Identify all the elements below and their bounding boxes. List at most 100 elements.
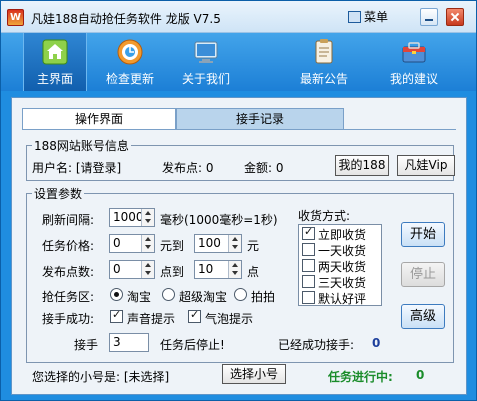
zone-paipai-label: 拍拍	[251, 290, 276, 304]
stop-after-suffix: 任务后停止!	[160, 338, 225, 352]
receive-option-one-day-label: 一天收货	[318, 244, 367, 258]
toolbar: 主界面 检查更新 关于我们 最新公告 我的建议	[1, 33, 476, 91]
stop-after-value: 3	[113, 335, 121, 349]
receive-method-label: 收货方式:	[298, 209, 351, 223]
toolbox-icon	[402, 42, 426, 63]
receive-option-immediate-label: 立即收货	[318, 228, 367, 242]
receive-option-immediate[interactable]: 立即收货	[302, 225, 380, 242]
receive-option-immediate-checkbox[interactable]	[302, 225, 315, 240]
points-max-value: 10	[198, 262, 214, 276]
accept-success-label: 接手成功:	[42, 312, 95, 326]
points-min-value: 0	[113, 262, 121, 276]
monitor-icon	[194, 41, 218, 63]
toolbar-about-label: 关于我们	[181, 72, 230, 86]
bubble-alert-checkbox[interactable]	[188, 308, 201, 323]
receive-option-two-days-label: 两天收货	[318, 260, 367, 274]
receive-option-three-days-label: 三天收货	[318, 276, 367, 290]
toolbar-about[interactable]: 关于我们	[173, 33, 239, 91]
receive-option-three-days[interactable]: 三天收货	[302, 274, 380, 290]
receive-option-two-days[interactable]: 两天收货	[302, 258, 380, 274]
app-logo-icon: W	[7, 9, 24, 26]
select-account-button[interactable]: 选择小号	[222, 364, 286, 384]
bubble-alert-label: 气泡提示	[205, 312, 254, 326]
refresh-interval-value: 1000	[113, 210, 144, 224]
receive-option-default-review-checkbox[interactable]	[302, 291, 315, 304]
sound-alert-checkbox[interactable]	[110, 308, 123, 323]
price-unit: 元	[247, 239, 260, 253]
receive-option-three-days-checkbox[interactable]	[302, 275, 315, 288]
toolbar-suggestions-label: 我的建议	[389, 72, 438, 86]
menu-icon	[348, 11, 361, 23]
vip-button[interactable]: 凡娃Vip	[397, 155, 455, 176]
receive-option-one-day[interactable]: 一天收货	[302, 242, 380, 258]
price-min-field[interactable]: 0	[109, 234, 155, 253]
stop-after-field[interactable]: 3	[109, 333, 149, 352]
price-max-spinner[interactable]	[228, 235, 241, 252]
tab-divider	[22, 129, 456, 130]
toolbar-home[interactable]: 主界面	[23, 33, 87, 91]
main-panel: 操作界面 接手记录 188网站账号信息 用户名: [请登录] 发布点: 0 金额…	[11, 97, 467, 395]
toolbar-home-label: 主界面	[36, 72, 73, 86]
settings-group-legend: 设置参数	[32, 185, 85, 202]
success-count-label: 已经成功接手:	[278, 338, 355, 352]
app-window: W 凡娃188自动抢任务软件 龙版 V7.5 菜单 主界面 检查更新 关于我们 …	[0, 0, 477, 401]
receive-option-default-review[interactable]: 默认好评	[302, 290, 380, 306]
my188-button[interactable]: 我的188	[335, 155, 389, 176]
points-max-field[interactable]: 10	[194, 260, 242, 279]
zone-super-taobao-radio[interactable]	[162, 288, 175, 301]
toolbar-check-update[interactable]: 检查更新	[97, 33, 163, 91]
refresh-interval-spinner[interactable]	[141, 209, 154, 226]
task-running-value: 0	[416, 368, 425, 382]
price-max-value: 100	[198, 236, 221, 250]
receive-option-two-days-checkbox[interactable]	[302, 259, 315, 272]
minimize-button[interactable]	[420, 8, 438, 26]
title-bar[interactable]: W 凡娃188自动抢任务软件 龙版 V7.5 菜单	[1, 1, 476, 33]
zone-super-taobao-label: 超级淘宝	[179, 290, 228, 304]
toolbar-suggestions[interactable]: 我的建议	[381, 33, 447, 91]
home-icon	[42, 39, 68, 65]
points-unit: 点	[247, 265, 260, 279]
receive-option-one-day-checkbox[interactable]	[302, 243, 315, 256]
menu-button[interactable]: 菜单	[348, 8, 396, 27]
advanced-button[interactable]: 高级	[401, 304, 445, 329]
publish-points-label: 发布点: 0	[162, 161, 214, 175]
username-label: 用户名: [请登录]	[32, 161, 122, 175]
refresh-interval-field[interactable]: 1000	[109, 208, 155, 227]
zone-paipai-radio[interactable]	[234, 288, 247, 301]
start-button[interactable]: 开始	[401, 222, 445, 247]
success-count-value: 0	[372, 336, 381, 350]
price-min-value: 0	[113, 236, 121, 250]
stop-button[interactable]: 停止	[401, 262, 445, 287]
refresh-interval-unit: 毫秒(1000毫秒=1秒)	[160, 213, 278, 227]
publish-points-range-label: 发布点数:	[42, 265, 95, 279]
task-zone-label: 抢任务区:	[42, 290, 95, 304]
update-icon	[117, 39, 143, 65]
close-button[interactable]	[446, 8, 464, 26]
price-min-spinner[interactable]	[141, 235, 154, 252]
task-price-label: 任务价格:	[42, 239, 95, 253]
window-title: 凡娃188自动抢任务软件 龙版 V7.5	[31, 12, 221, 26]
tab-accept-records[interactable]: 接手记录	[176, 108, 344, 130]
points-max-spinner[interactable]	[228, 261, 241, 278]
account-group-legend: 188网站账号信息	[32, 137, 131, 154]
receive-method-list: 立即收货 一天收货 两天收货 三天收货 默认好评	[298, 224, 382, 306]
price-max-field[interactable]: 100	[194, 234, 242, 253]
balance-label: 金额: 0	[244, 161, 284, 175]
receive-option-default-review-label: 默认好评	[318, 292, 367, 306]
clipboard-icon	[315, 39, 333, 64]
selected-account-label: 您选择的小号是: [未选择]	[32, 370, 170, 384]
zone-taobao-radio[interactable]	[110, 288, 123, 301]
price-to-label: 元到	[160, 239, 185, 253]
sound-alert-label: 声音提示	[127, 312, 176, 326]
task-running-label: 任务进行中:	[328, 370, 393, 384]
refresh-interval-label: 刷新间隔:	[42, 213, 95, 227]
zone-taobao-label: 淘宝	[127, 290, 152, 304]
tab-operation[interactable]: 操作界面	[22, 108, 176, 130]
points-to-label: 点到	[160, 265, 185, 279]
toolbar-check-update-label: 检查更新	[105, 72, 154, 86]
points-min-field[interactable]: 0	[109, 260, 155, 279]
stop-after-prefix: 接手	[74, 338, 99, 352]
points-min-spinner[interactable]	[141, 261, 154, 278]
toolbar-announcements-label: 最新公告	[299, 72, 348, 86]
toolbar-announcements[interactable]: 最新公告	[291, 33, 357, 91]
